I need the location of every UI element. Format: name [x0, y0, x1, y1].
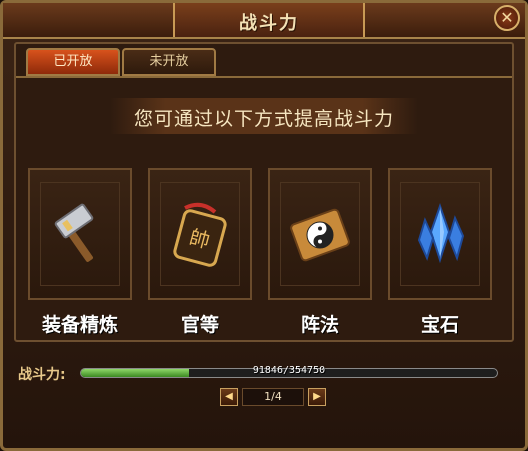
option-label-formation: 阵法 — [300, 314, 339, 336]
hammer-icon — [54, 203, 94, 262]
yin-yang-icon — [290, 208, 350, 262]
option-card-gem[interactable] — [388, 168, 492, 300]
option-card-formation[interactable] — [268, 168, 372, 300]
option-label-official-rank: 官等 — [180, 314, 219, 336]
power-progress-text: 91846/354750 — [252, 365, 326, 376]
option-card-official-rank[interactable]: 帥 — [148, 168, 252, 300]
marshal-token-icon: 帥 — [173, 202, 227, 267]
gem-crystal-icon — [417, 202, 465, 264]
option-label-equipment-refine: 装备精炼 — [41, 314, 118, 336]
tab-opened[interactable]: 已开放 — [26, 48, 120, 76]
dialog-title: 战斗力 — [239, 13, 299, 34]
option-label-gem: 宝石 — [420, 314, 459, 336]
power-label: 战斗力: — [18, 367, 66, 383]
hint-banner: 您可通过以下方式提高战斗力 — [110, 98, 418, 134]
next-page-button[interactable]: ▶ — [308, 388, 326, 406]
prev-page-button[interactable]: ◀ — [220, 388, 238, 406]
title-plate: 战斗力 — [173, 3, 365, 37]
option-card-equipment-refine[interactable] — [28, 168, 132, 300]
page-indicator: 1/4 — [242, 388, 304, 406]
hint-text: 您可通过以下方式提高战斗力 — [133, 108, 394, 130]
close-button[interactable]: ✕ — [494, 5, 520, 31]
title-bar: 战斗力 — [3, 3, 525, 39]
tab-divider — [16, 76, 512, 78]
tab-not-opened[interactable]: 未开放 — [122, 48, 216, 76]
